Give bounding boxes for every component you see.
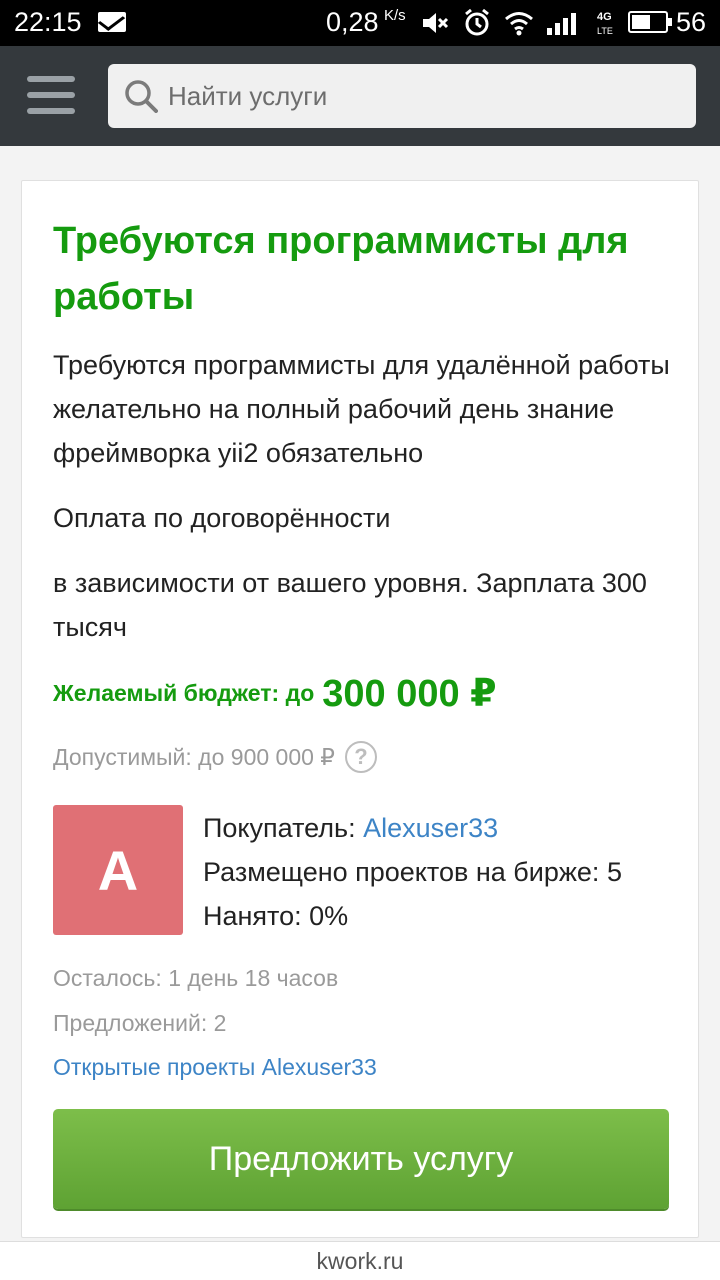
hamburger-icon[interactable] xyxy=(27,76,77,114)
search-bar[interactable] xyxy=(108,64,696,128)
project-description: Требуются программисты для удалённой раб… xyxy=(53,350,670,468)
projects-label: Размещено проектов на бирже: xyxy=(203,857,600,887)
allowed-budget: Допустимый: до 900 000 ₽ ? xyxy=(53,741,377,773)
budget-value: 300 000 ₽ xyxy=(322,673,497,715)
desired-budget: Желаемый бюджет: до 300 000 ₽ xyxy=(53,671,497,716)
app-header xyxy=(0,46,720,146)
footer-site: kwork.ru xyxy=(0,1241,720,1280)
lte-icon: 4G LTE xyxy=(597,11,613,36)
budget-label: Желаемый бюджет: до xyxy=(53,680,315,706)
svg-text:4G: 4G xyxy=(597,11,612,23)
svg-text:LTE: LTE xyxy=(597,26,613,36)
buyer-name-link[interactable]: Alexuser33 xyxy=(363,813,498,843)
alarm-icon xyxy=(465,8,489,36)
project-title: Требуются программисты для работы xyxy=(53,220,629,318)
battery-level: 56 xyxy=(676,7,707,37)
battery-icon xyxy=(628,11,672,33)
time-left: Осталось: 1 день 18 часов xyxy=(53,965,339,991)
project-payment-note: Оплата по договорённости xyxy=(53,503,391,533)
wifi-icon xyxy=(505,12,533,36)
search-input[interactable] xyxy=(168,72,678,120)
mute-icon xyxy=(423,13,449,33)
buyer-info: Покупатель: Alexuser33 Размещено проекто… xyxy=(203,806,622,938)
mail-icon xyxy=(98,12,126,32)
avatar[interactable]: A xyxy=(53,805,183,935)
offer-service-button[interactable]: Предложить услугу xyxy=(53,1109,669,1209)
projects-count: 5 xyxy=(606,857,622,887)
offers-count: Предложений: 2 xyxy=(53,1010,227,1036)
open-projects-link[interactable]: Открытые проекты Alexuser33 xyxy=(53,1054,377,1081)
hired-value: 0% xyxy=(309,901,349,931)
signal-icon xyxy=(547,13,576,35)
buyer-label: Покупатель: xyxy=(203,813,356,843)
hired-label: Нанято: xyxy=(203,901,302,931)
search-icon xyxy=(125,80,158,113)
network-speed: 0,28 xyxy=(326,7,379,37)
project-card: Требуются программисты для работы Требую… xyxy=(21,180,699,1238)
project-salary-note: в зависимости от вашего уровня. Зарплата… xyxy=(53,568,647,642)
help-icon[interactable]: ? xyxy=(344,741,377,773)
network-speed-unit: K/s xyxy=(384,7,406,24)
status-bar: 22:15 0,28 K/s 4G LTE 56 xyxy=(0,0,720,46)
allowed-budget-text: Допустимый: до 900 000 ₽ xyxy=(53,743,335,770)
status-time: 22:15 xyxy=(14,7,82,37)
